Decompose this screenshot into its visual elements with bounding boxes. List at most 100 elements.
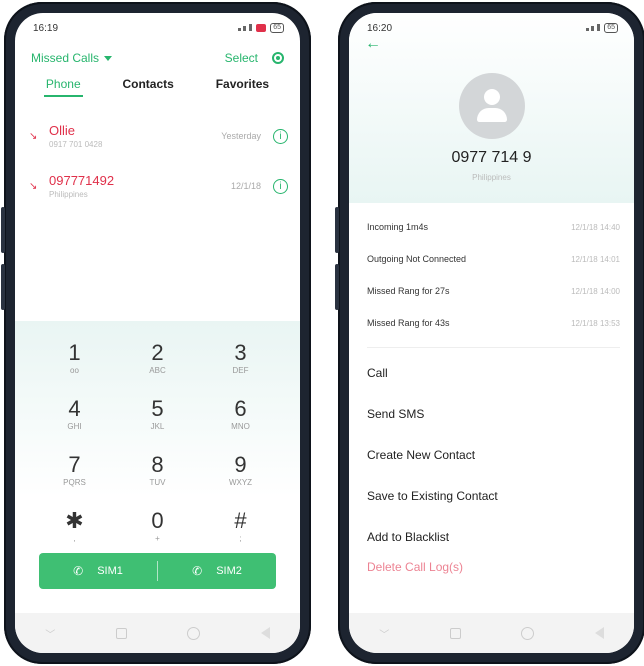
key-letters: TUV [149,477,166,487]
left-phone-frame: 16:19 65 Missed Calls Select Phone Conta… [1,2,311,664]
status-time: 16:20 [367,22,393,34]
right-screen: 16:20 65 ← 0977 714 9 Philippines Incomi… [349,13,634,653]
call-date: 12/1/18 [230,181,261,191]
recents-icon[interactable] [449,627,461,639]
call-log-list: ↘ Ollie 0917 701 0428 Yesterday i ↘ 0977… [15,101,300,211]
save-to-existing-contact-action[interactable]: Save to Existing Contact [349,475,634,516]
record-time: 12/1/18 14:00 [571,286,620,296]
tab-favorites[interactable]: Favorites [216,77,269,97]
key-star[interactable]: ✱, [33,499,116,551]
key-digit: 5 [151,395,164,421]
collapse-icon[interactable]: ﹀ [379,626,389,641]
key-0[interactable]: 0 + [116,499,199,551]
key-5[interactable]: 5 JKL [116,387,199,439]
status-icons: 65 [237,23,284,34]
contact-location: Philippines [472,173,511,182]
key-letters: , [73,533,76,543]
key-1[interactable]: 1 ᴏᴏ [33,331,116,383]
key-hash[interactable]: #; [199,499,282,551]
phone-icon: ✆ [73,564,84,578]
back-icon[interactable] [594,627,604,639]
key-letters: DEF [232,365,249,375]
navigation-bar: ﹀ [349,613,634,653]
tab-contacts[interactable]: Contacts [122,77,173,97]
back-icon[interactable] [260,627,270,639]
call-records: Incoming 1m4s 12/1/18 14:40 Outgoing Not… [349,203,634,339]
sim2-call-button[interactable]: ✆ SIM2 [158,564,276,578]
key-2[interactable]: 2 ABC [116,331,199,383]
status-bar: 16:19 65 [15,13,300,43]
call-record: Missed Rang for 27s 12/1/18 14:00 [349,275,634,307]
tab-bar: Phone Contacts Favorites [15,73,300,101]
battery-icon: 65 [604,23,618,33]
navigation-bar: ﹀ [15,613,300,653]
contact-number: 0977 714 9 [451,149,532,166]
key-digit: 4 [68,395,81,421]
call-record: Missed Rang for 43s 12/1/18 13:53 [349,307,634,339]
record-time: 12/1/18 14:01 [571,254,620,264]
sim2-label: SIM2 [216,565,242,577]
create-new-contact-action[interactable]: Create New Contact [349,434,634,475]
status-icons: 65 [585,23,618,34]
back-arrow-icon[interactable]: ← [365,35,381,53]
info-icon[interactable]: i [273,128,288,144]
key-letters: + [155,533,160,543]
volume-button [335,264,339,310]
info-icon[interactable]: i [273,178,288,194]
sim-call-bar: ✆ SIM1 ✆ SIM2 [39,553,276,589]
key-4[interactable]: 4 GHI [33,387,116,439]
key-letters: WXYZ [228,477,253,487]
right-phone-frame: 16:20 65 ← 0977 714 9 Philippines Incomi… [335,2,644,664]
avatar-person-icon [476,108,507,122]
home-icon[interactable] [187,626,201,640]
phone-icon: ✆ [192,564,203,578]
key-digit: ✱ [65,507,84,533]
key-8[interactable]: 8 TUV [116,443,199,495]
key-3[interactable]: 3 DEF [199,331,282,383]
home-icon[interactable] [521,626,535,640]
key-digit: # [234,507,247,533]
key-letters: ; [239,533,242,543]
add-to-blacklist-action[interactable]: Add to Blacklist [349,516,634,557]
battery-icon: 65 [270,23,284,33]
call-record: Outgoing Not Connected 12/1/18 14:01 [349,243,634,275]
key-9[interactable]: 9 WXYZ [199,443,282,495]
call-log-item[interactable]: ↘ Ollie 0917 701 0428 Yesterday i [15,111,300,161]
key-6[interactable]: 6 MNO [199,387,282,439]
caller-name: Ollie [49,123,76,138]
key-digit: 2 [151,339,164,365]
caret-down-icon [104,55,113,61]
missed-calls-filter[interactable]: Missed Calls [31,51,113,65]
caller-name: 097771492 [49,173,115,188]
select-button[interactable]: Select [225,51,258,65]
key-letters: MNO [231,421,250,431]
settings-icon[interactable] [272,52,284,64]
contact-header: 16:20 65 ← 0977 714 9 Philippines [349,13,634,203]
tab-phone[interactable]: Phone [43,77,83,97]
missed-call-icon: ↘ [29,130,38,142]
collapse-icon[interactable]: ﹀ [45,626,55,641]
key-7[interactable]: 7 PQRS [33,443,116,495]
delete-call-log-action[interactable]: Delete Call Log(s) [349,557,634,577]
call-action[interactable]: Call [349,352,634,393]
key-digit: 3 [234,339,247,365]
key-digit: 8 [151,451,164,477]
key-digit: 0 [151,507,164,533]
sim1-call-button[interactable]: ✆ SIM1 [39,564,157,578]
dialpad-keys: 1 ᴏᴏ 2 ABC 3 DEF 4 GHI 5 JKL 6 MNO 7 PQRS 8 TUV … [15,321,300,551]
send-sms-action[interactable]: Send SMS [349,393,634,434]
signal-icon [585,23,601,34]
key-letters: PQRS [63,477,86,487]
call-log-item[interactable]: ↘ 097771492 Philippines 12/1/18 i [15,161,300,211]
record-time: 12/1/18 14:40 [571,222,620,232]
record-type: Missed Rang for 43s [367,318,450,328]
signal-icon [237,23,253,34]
sim1-label: SIM1 [97,565,123,577]
recents-icon[interactable] [115,627,127,639]
key-digit: 7 [68,451,81,477]
key-digit: 1 [68,339,81,365]
caller-number: 0917 701 0428 [49,140,103,149]
volume-button [1,264,5,310]
missed-call-icon: ↘ [29,180,38,192]
record-type: Missed Rang for 27s [367,286,450,296]
